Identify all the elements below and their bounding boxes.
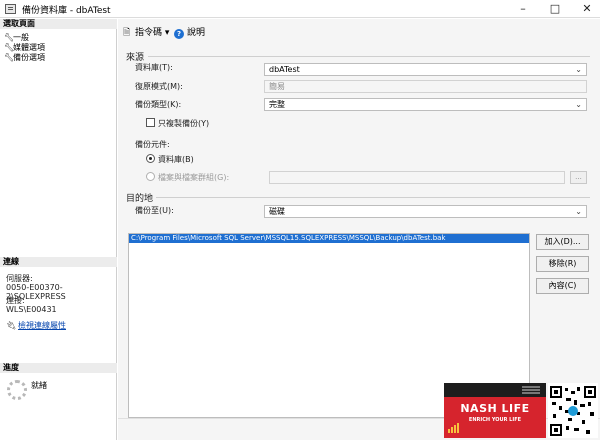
plug-icon: 🔌︎ (6, 321, 17, 330)
connection-header: 連線 (0, 257, 117, 267)
progress-header: 進度 (0, 363, 117, 373)
component-database-radio[interactable] (146, 154, 155, 163)
script-button[interactable]: 🗎︎ 指令碼 ▾ (123, 25, 169, 41)
select-page-header: 選取頁面 (0, 19, 117, 29)
backup-to-select[interactable]: 磁碟 ⌄ (264, 205, 587, 218)
chevron-down-icon: ▾ (164, 28, 170, 38)
main-panel: 🗎︎ 指令碼 ▾ ? 說明 來源 資料庫(T): dbATest ⌄ 復原模式(M):… (118, 19, 600, 418)
progress-spinner-icon (7, 380, 27, 400)
minimize-icon[interactable]: – (508, 0, 538, 18)
close-icon[interactable]: ✕ (572, 0, 600, 18)
wrench-icon: 🔧︎ (4, 53, 15, 62)
wrench-icon: 🔧︎ (4, 43, 15, 52)
backup-type-select[interactable]: 完整 ⌄ (264, 98, 587, 111)
chevron-down-icon: ⌄ (575, 100, 582, 109)
help-icon: ? (174, 29, 184, 39)
backup-to-label: 備份至(U): (135, 206, 174, 215)
page-item-media-options[interactable]: 🔧︎媒體選項 (4, 43, 45, 53)
left-panel: 選取頁面 🔧︎一般 🔧︎媒體選項 🔧︎備份選項 連線 伺服器: 0050-E00… (0, 19, 117, 440)
database-select[interactable]: dbATest ⌄ (264, 63, 587, 76)
remove-button[interactable]: 移除(R) (536, 256, 589, 272)
page-item-general[interactable]: 🔧︎一般 (4, 33, 29, 43)
bar-chart-logo-icon (448, 423, 460, 433)
backup-type-label: 備份類型(K): (135, 100, 182, 109)
divider (156, 197, 590, 198)
contents-button[interactable]: 內容(C) (536, 278, 589, 294)
page-item-backup-options[interactable]: 🔧︎備份選項 (4, 53, 45, 63)
backup-component-label: 備份元件: (135, 140, 170, 149)
connection-value: WLS\E00431 (6, 305, 57, 314)
toolbar: 🗎︎ 指令碼 ▾ ? 說明 (118, 19, 600, 41)
browse-button[interactable]: ... (570, 171, 587, 184)
window-title: 備份資料庫 - dbATest (22, 6, 111, 16)
copy-only-label: 只複製備份(Y) (158, 119, 210, 128)
server-label: 伺服器: (6, 274, 33, 283)
database-backup-icon (5, 4, 16, 14)
destination-section-title: 目的地 (126, 194, 154, 204)
view-connection-properties-link[interactable]: 🔌︎ 檢視連線屬性 (6, 320, 66, 331)
copy-only-checkbox[interactable] (146, 118, 155, 127)
progress-status: 就緒 (31, 381, 47, 390)
connection-label: 連接: (6, 296, 25, 305)
database-label: 資料庫(T): (135, 63, 173, 72)
qr-code-icon (548, 383, 598, 438)
divider (148, 56, 590, 57)
title-bar: 備份資料庫 - dbATest – □ ✕ (0, 0, 600, 18)
component-files-radio[interactable] (146, 172, 155, 181)
chevron-down-icon: ⌄ (575, 207, 582, 216)
component-files-label: 檔案與檔案群組(G): (158, 173, 230, 182)
watermark-name: NASH LIFE (460, 402, 530, 415)
add-button[interactable]: 加入(D)... (536, 234, 589, 250)
help-button[interactable]: ? 說明 (174, 25, 205, 39)
wrench-icon: 🔧︎ (4, 33, 15, 42)
list-item[interactable]: C:\Program Files\Microsoft SQL Server\MS… (129, 234, 529, 243)
recovery-model-label: 復原模式(M): (135, 82, 183, 91)
maximize-icon[interactable]: □ (540, 0, 570, 18)
component-database-label: 資料庫(B) (158, 155, 194, 164)
recovery-model-field: 簡易 (264, 80, 587, 93)
files-field (269, 171, 565, 184)
chevron-down-icon: ⌄ (575, 65, 582, 74)
script-icon: 🗎︎ (123, 28, 131, 38)
watermark-logo: NASH LIFE ENRICH YOUR LIFE (444, 383, 546, 438)
